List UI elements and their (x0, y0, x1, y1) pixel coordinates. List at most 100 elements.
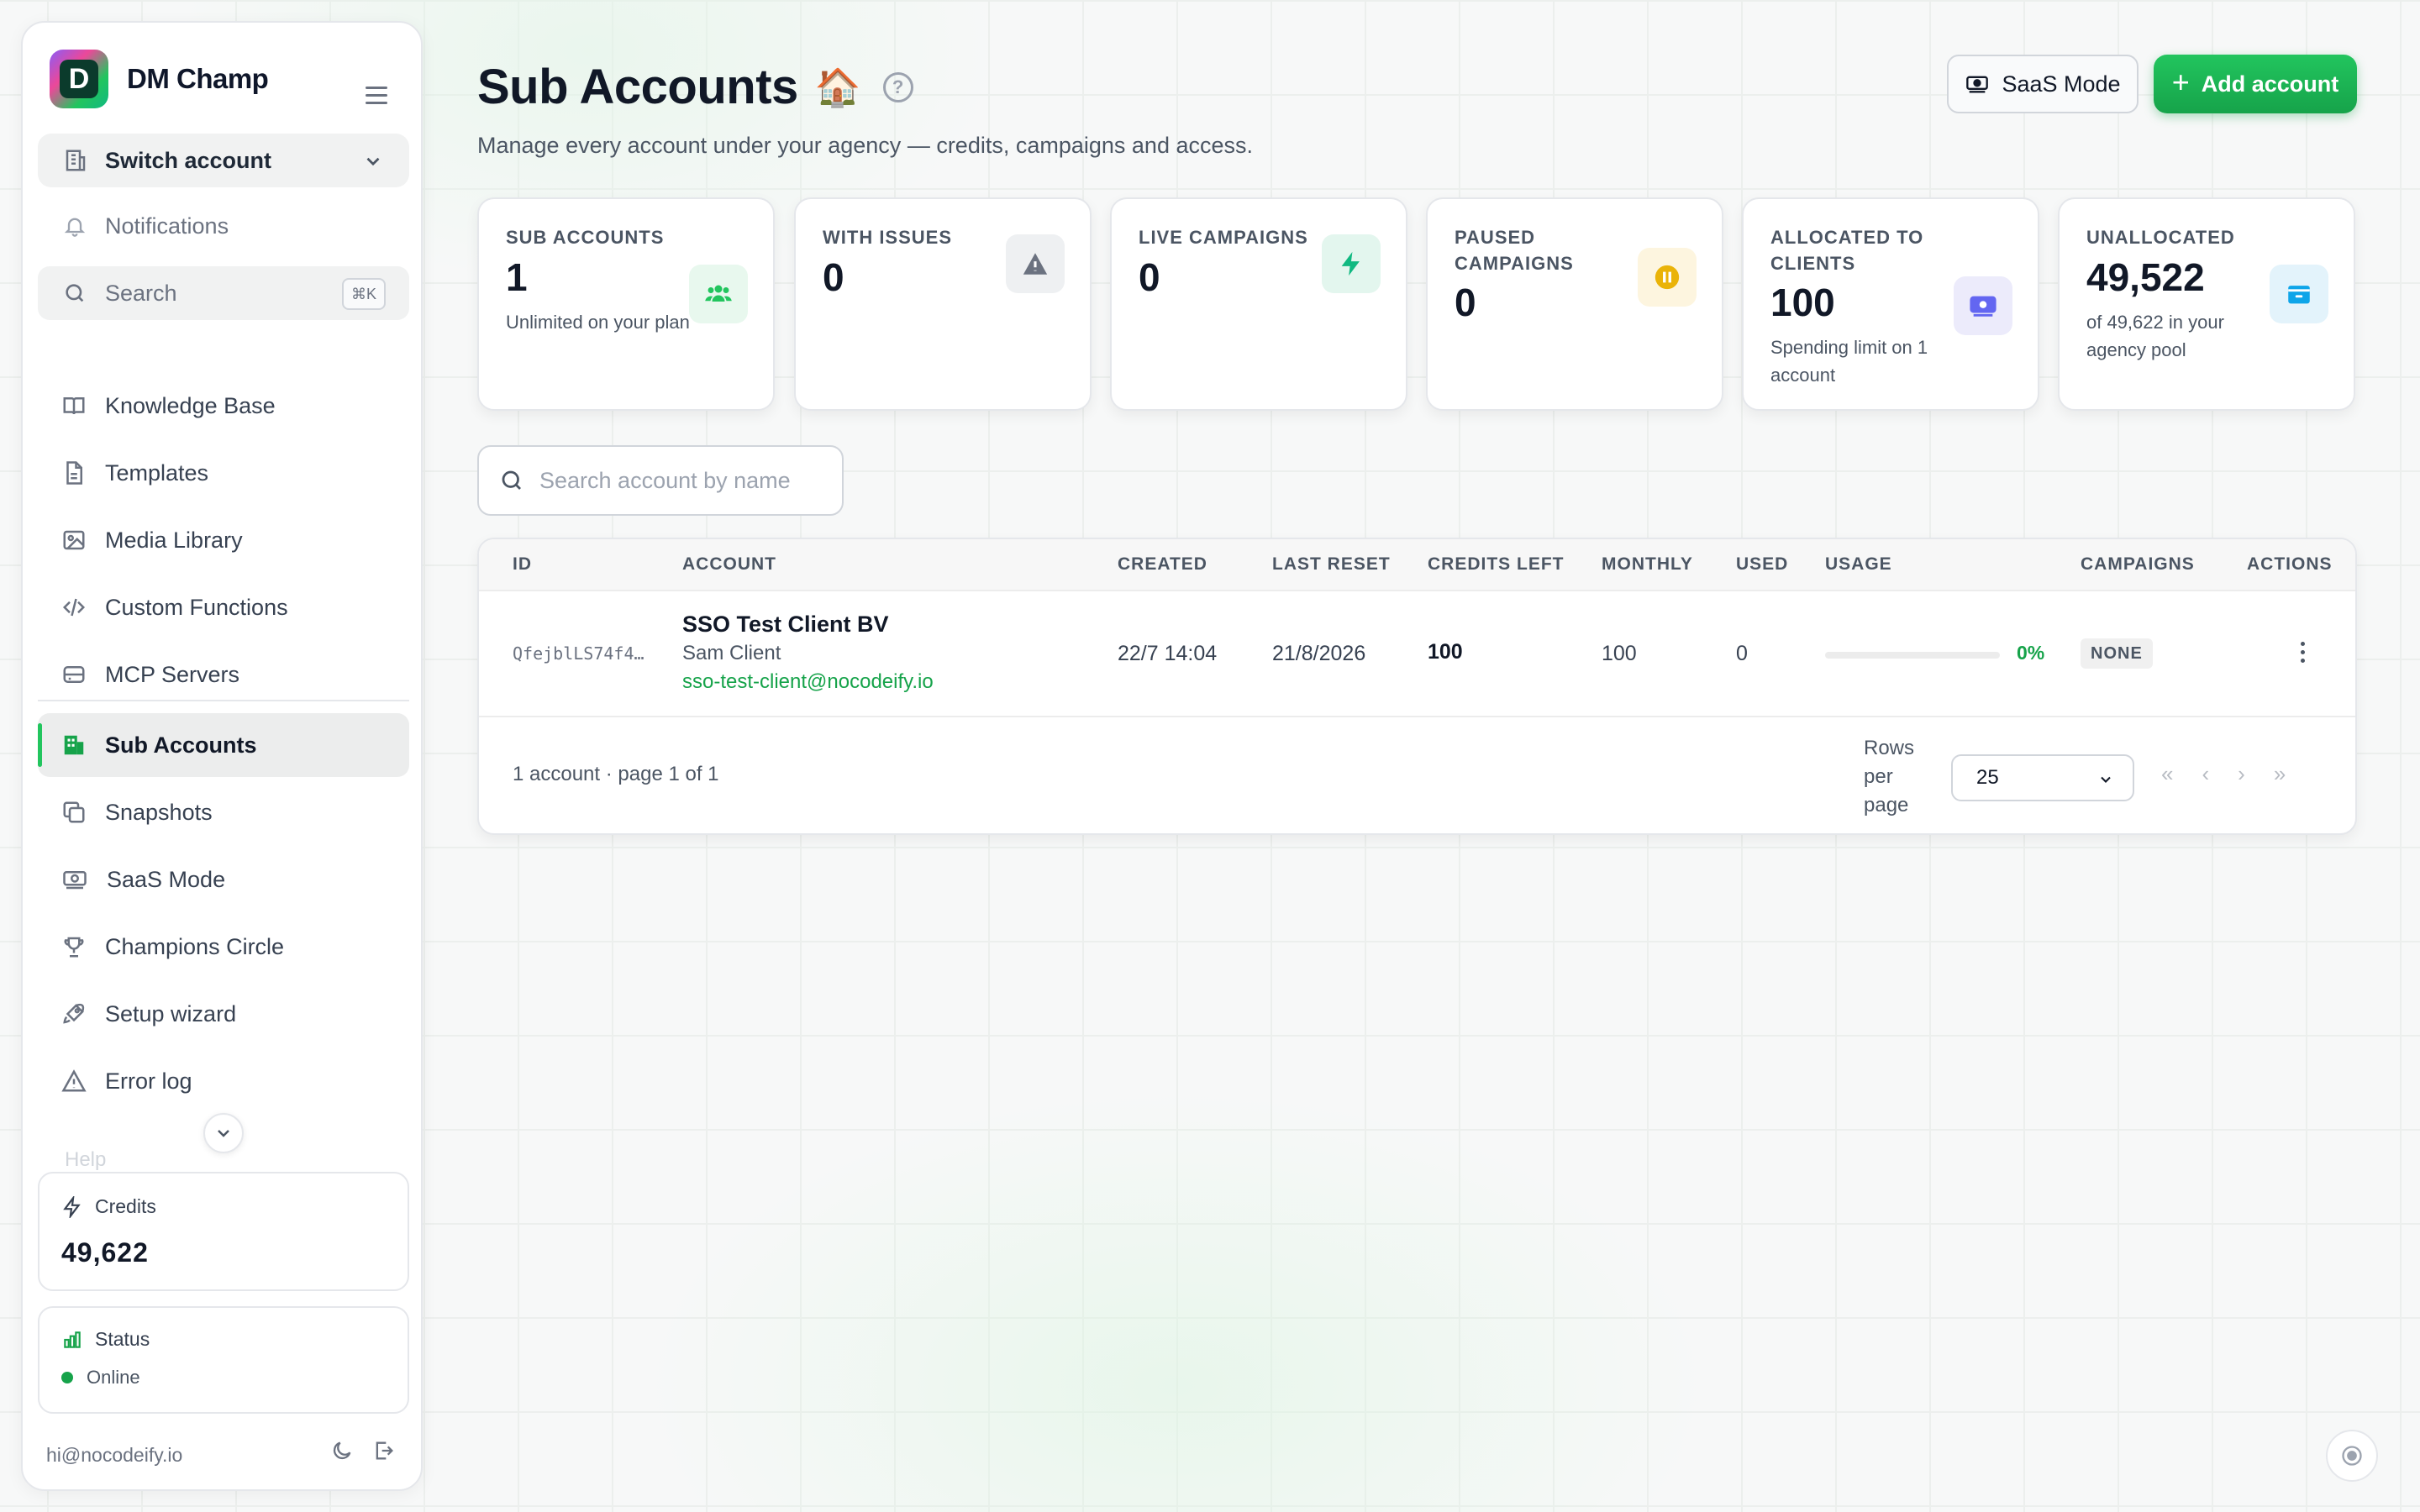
add-account-button[interactable]: + Add account (2154, 55, 2357, 113)
table-header: ID ACCOUNT CREATED LAST RESET CREDITS LE… (479, 539, 2355, 591)
status-title: Status (95, 1328, 150, 1350)
bolt-icon (1322, 234, 1381, 293)
sidebar-item-saas-mode[interactable]: SaaS Mode (38, 848, 409, 911)
add-account-label: Add account (2201, 71, 2339, 97)
more-actions-icon[interactable] (2301, 642, 2307, 667)
rows-per-page-label: Rows per page (1864, 737, 1915, 816)
trophy-icon (64, 937, 84, 958)
column-header[interactable]: ID (513, 554, 532, 575)
sidebar-item-media-library[interactable]: Media Library (38, 508, 409, 572)
page-title: Sub Accounts 🏠 ? (477, 59, 913, 115)
sidebar-item-mcp-servers[interactable]: MCP Servers (38, 643, 409, 706)
table-row[interactable]: QfejblLS74f4… SSO Test Client BV Sam Cli… (479, 591, 2355, 717)
code-icon (62, 598, 86, 617)
campaigns-badge: NONE (2081, 638, 2153, 669)
prev-page-button[interactable]: ‹ (2202, 761, 2209, 787)
column-header[interactable]: MONTHLY (1602, 554, 1693, 575)
help-icon[interactable]: ? (882, 71, 913, 102)
sidebar: D DM Champ Switch account Notifications … (21, 21, 423, 1491)
assistant-button[interactable] (2326, 1430, 2378, 1482)
column-header[interactable]: CREDITS LEFT (1428, 554, 1565, 575)
last-page-button[interactable]: » (2274, 761, 2286, 787)
stat-label: ALLOCATED TO CLIENTS (1770, 227, 1924, 274)
sidebar-item-help[interactable]: Help (65, 1148, 106, 1172)
sidebar-item-label: Setup wizard (105, 1000, 237, 1026)
notifications-button[interactable]: Notifications (38, 199, 409, 253)
page-subtitle: Manage every account under your agency —… (477, 133, 1253, 158)
sidebar-item-snapshots[interactable]: Snapshots (38, 780, 409, 844)
switch-account-label: Switch account (105, 147, 272, 173)
sidebar-item-templates[interactable]: Templates (38, 441, 409, 505)
sidebar-item-label: Knowledge Base (105, 392, 276, 418)
money-icon (1954, 276, 2012, 335)
stat-label: PAUSED CAMPAIGNS (1455, 227, 1574, 274)
credits-value: 49,622 (61, 1237, 149, 1268)
stat-note: Unlimited on your plan (506, 312, 690, 333)
sidebar-search[interactable]: Search ⌘K (38, 266, 409, 320)
money-icon (63, 871, 87, 890)
usage-progress-bar (1825, 652, 2000, 659)
account-email[interactable]: sso-test-client@nocodeify.io (682, 670, 934, 694)
target-icon (2342, 1446, 2362, 1466)
column-header: ACTIONS (2247, 554, 2333, 574)
sidebar-item-custom-functions[interactable]: Custom Functions (38, 575, 409, 639)
bar-chart-icon (64, 1331, 81, 1348)
scroll-down-button[interactable] (203, 1113, 244, 1153)
sidebar-item-label: Custom Functions (105, 594, 288, 620)
sidebar-item-champions-circle[interactable]: Champions Circle (38, 915, 409, 979)
page-title-text: Sub Accounts (477, 60, 798, 114)
search-label: Search (105, 280, 177, 306)
document-icon (66, 461, 82, 485)
book-icon (63, 397, 85, 415)
sidebar-item-setup-wizard[interactable]: Setup wizard (38, 982, 409, 1046)
stat-label: LIVE CAMPAIGNS (1139, 227, 1308, 248)
first-page-button[interactable]: « (2161, 761, 2173, 787)
account-credits-left: 100 (1428, 640, 1463, 664)
account-id: QfejblLS74f4… (513, 643, 644, 664)
warning-icon (61, 1069, 87, 1092)
sidebar-item-sub-accounts[interactable]: Sub Accounts (38, 713, 409, 777)
stat-label: SUB ACCOUNTS (506, 227, 665, 248)
stat-live-campaigns: LIVE CAMPAIGNS 0 (1110, 197, 1407, 411)
account-search-input[interactable] (539, 467, 808, 494)
stat-note: of 49,622 in your agency pool (2086, 312, 2224, 360)
status-card: Status Online (38, 1306, 409, 1414)
saas-mode-button[interactable]: SaaS Mode (1947, 55, 2139, 113)
stat-value: 0 (1455, 281, 1476, 324)
sidebar-item-label: Champions Circle (105, 933, 285, 959)
column-header[interactable]: USED (1736, 554, 1788, 575)
account-name[interactable]: SSO Test Client BV (682, 612, 889, 638)
rows-per-page-select[interactable]: 25 (1951, 754, 2134, 801)
switch-account-button[interactable]: Switch account (38, 134, 409, 187)
account-search[interactable] (477, 445, 844, 516)
column-header[interactable]: USAGE (1825, 554, 1892, 575)
sidebar-item-label: Media Library (105, 527, 243, 553)
chevron-down-icon (366, 157, 380, 166)
column-header[interactable]: LAST RESET (1272, 554, 1391, 575)
user-email: hi@nocodeify.io (46, 1444, 183, 1466)
sidebar-item-label: MCP Servers (105, 661, 240, 687)
brand[interactable]: D DM Champ (50, 50, 269, 108)
stat-sub-accounts: SUB ACCOUNTS 1 Unlimited on your plan (477, 197, 775, 411)
sidebar-item-knowledge-base[interactable]: Knowledge Base (38, 374, 409, 438)
menu-icon[interactable] (366, 87, 387, 109)
stat-label: UNALLOCATED (2086, 227, 2235, 248)
pagination-controls: « ‹ › » (2161, 761, 2286, 787)
server-icon (63, 666, 85, 683)
next-page-button[interactable]: › (2238, 761, 2245, 787)
account-used: 0 (1736, 642, 1748, 665)
copy-icon (63, 801, 85, 823)
sidebar-item-label: SaaS Mode (107, 866, 226, 892)
column-header[interactable]: CREATED (1118, 554, 1207, 575)
stat-value: 1 (506, 255, 528, 299)
column-header[interactable]: ACCOUNT (682, 554, 776, 575)
logout-icon[interactable] (372, 1439, 396, 1462)
building-icon (64, 735, 84, 755)
stat-label: WITH ISSUES (823, 227, 953, 248)
search-shortcut: ⌘K (342, 278, 386, 310)
plus-icon: + (2171, 65, 2190, 99)
stat-paused-campaigns: PAUSED CAMPAIGNS 0 (1426, 197, 1723, 411)
sidebar-item-error-log[interactable]: Error log (38, 1049, 409, 1113)
column-header[interactable]: CAMPAIGNS (2081, 554, 2195, 575)
moon-icon[interactable] (330, 1439, 354, 1462)
